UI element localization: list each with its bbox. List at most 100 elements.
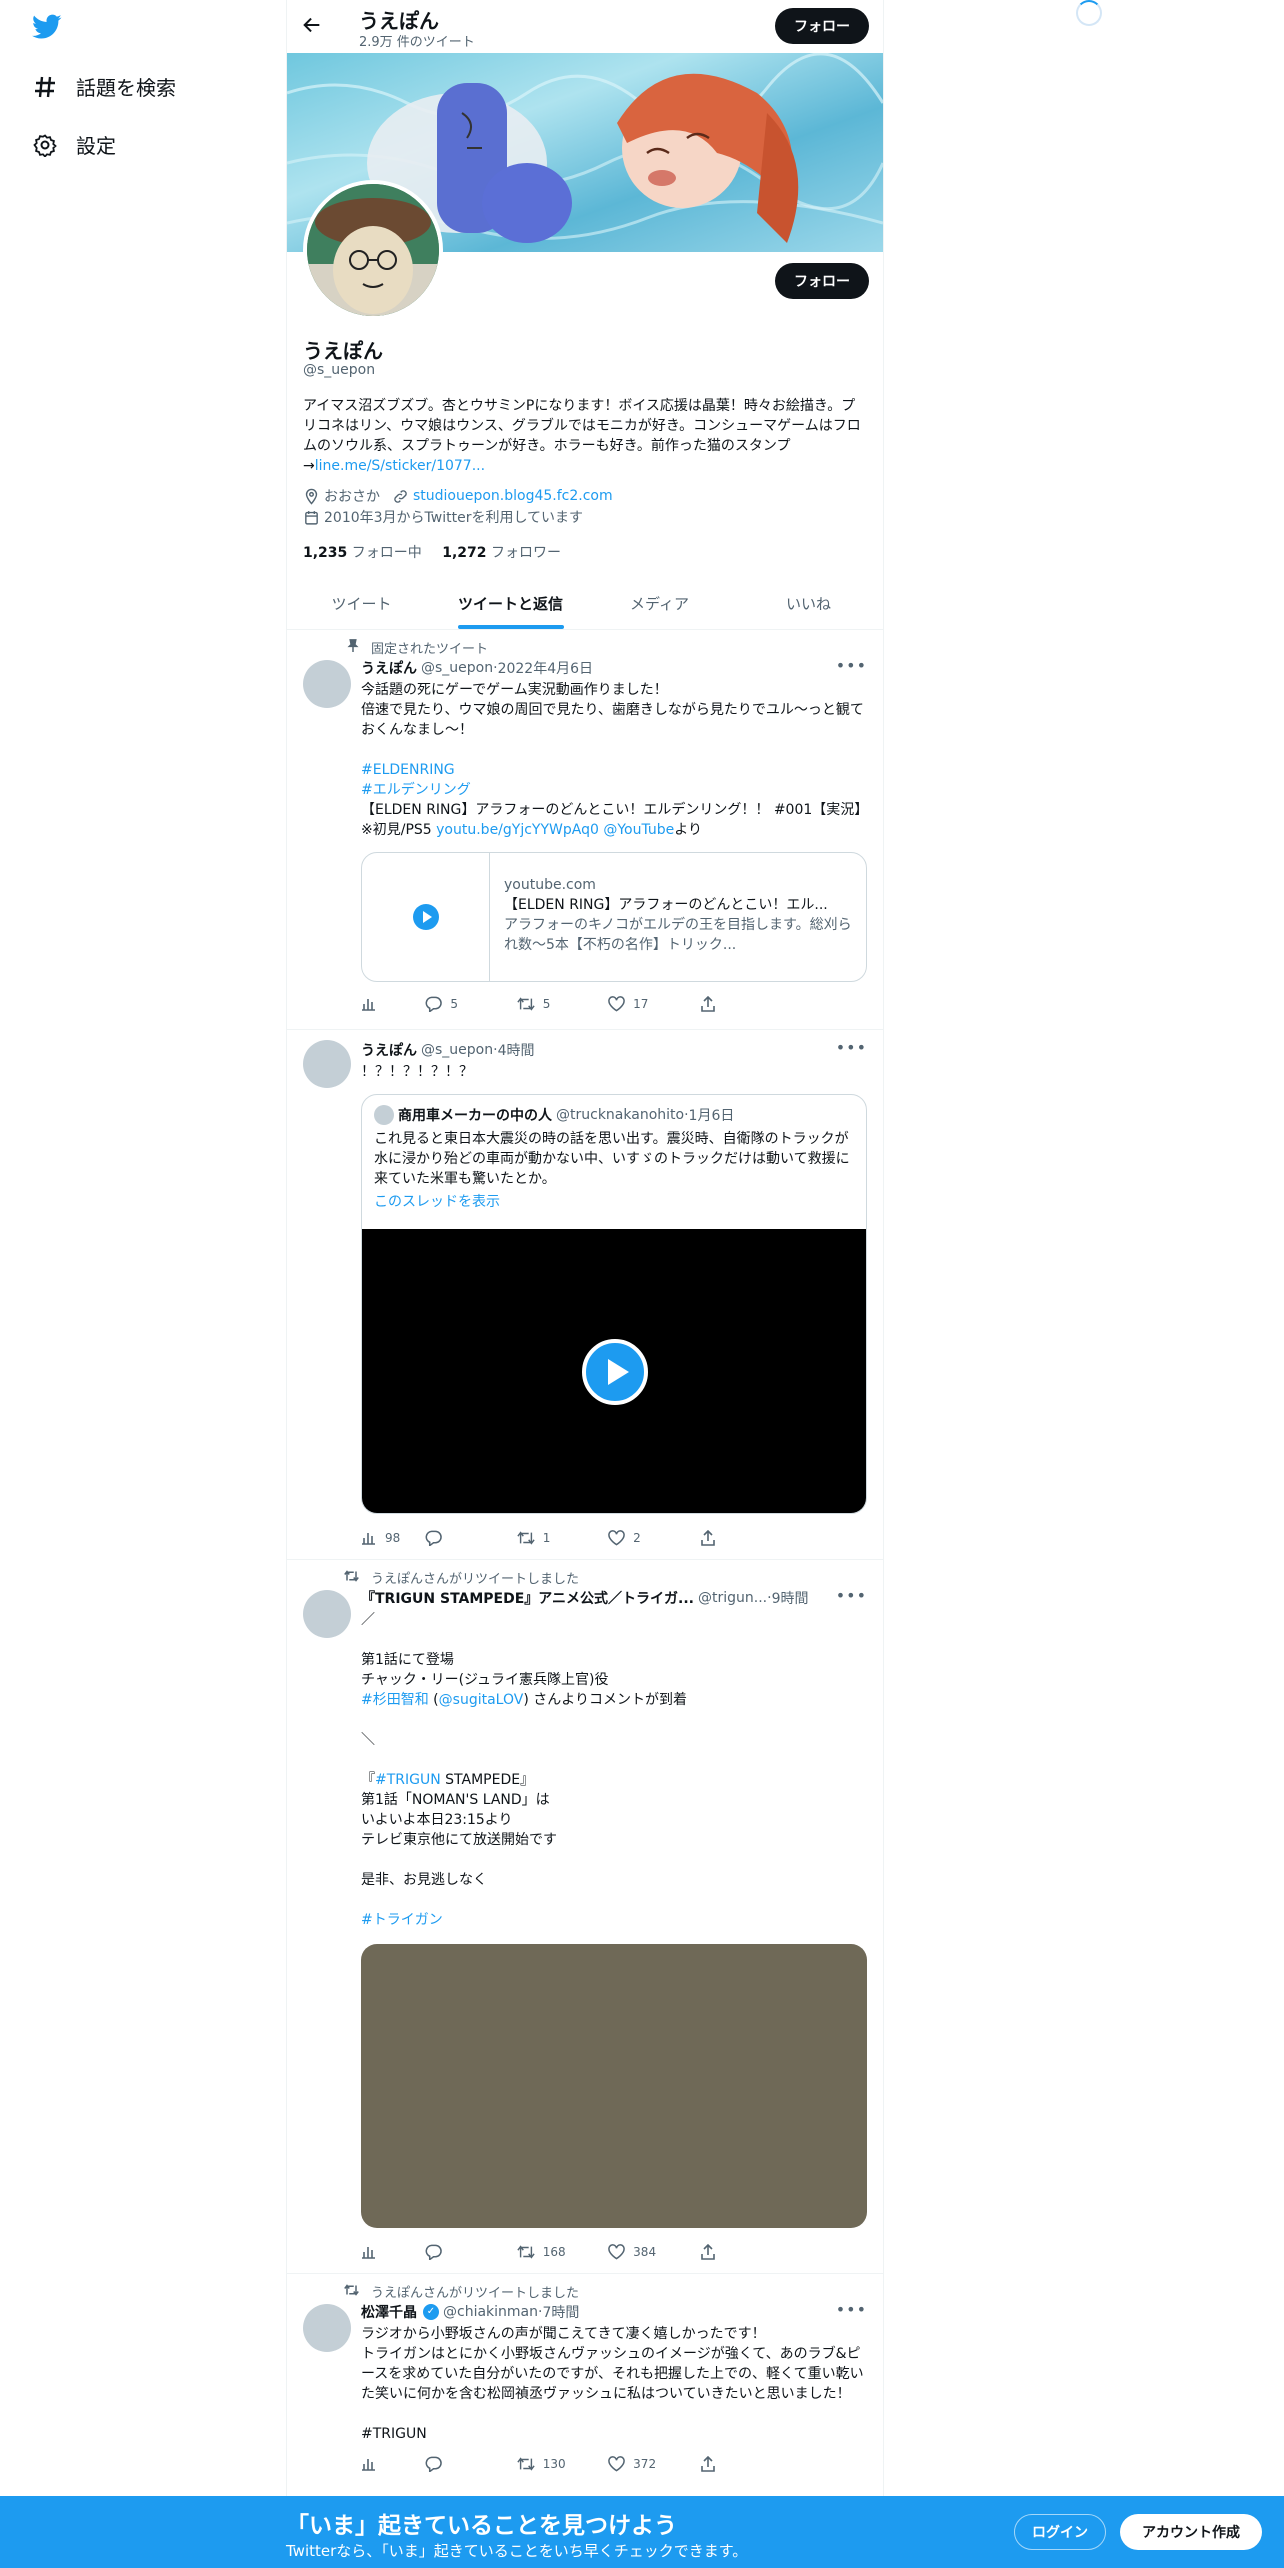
hashtag-link[interactable]: #トライガン — [361, 1910, 869, 1930]
profile-joined: 2010年3月からTwitterを利用しています — [324, 510, 584, 526]
hashtag-link[interactable]: #TRIGUN — [361, 2424, 869, 2444]
tweet-author-handle[interactable]: @s_uepon — [421, 660, 493, 676]
tweet-time[interactable]: 7時間 — [542, 2302, 579, 2322]
tweet-avatar[interactable] — [303, 1590, 351, 1638]
retweet-count: 130 — [542, 2457, 566, 2471]
hashtag-link[interactable]: #杉田智和 — [361, 1692, 429, 1708]
login-button[interactable]: ログイン — [1014, 2514, 1106, 2550]
heart-icon — [608, 2244, 625, 2260]
tweet-author-handle[interactable]: @s_uepon — [421, 1042, 493, 1058]
hashtag-link[interactable]: #エルデンリング — [361, 780, 869, 800]
share-button[interactable] — [700, 2242, 791, 2262]
tweet-retweeted-matsuzawa[interactable]: うえぽんさんがリツイートしました 松澤千晶 ✓ @chiakinman · 7時間 … — [287, 2274, 883, 2496]
retweeted-by-label[interactable]: うえぽんさんがリツイートしました — [371, 2282, 579, 2301]
signup-banner-subtitle: Twitterなら、「いま」起きていることをいち早くチェックできます。 — [286, 2542, 748, 2560]
like-button[interactable]: 2 — [608, 1528, 699, 1548]
like-button[interactable]: 372 — [608, 2454, 699, 2474]
reply-button[interactable] — [425, 2454, 516, 2474]
profile-bio: アイマス沼ズブズブ。杏とウサミンPになります！ボイス応援は晶葉！時々お絵描き。プ… — [303, 396, 869, 476]
tweet-time[interactable]: 2022年4月6日 — [498, 658, 593, 678]
header-follow-button[interactable]: フォロー — [775, 8, 869, 44]
youtube-link[interactable]: youtu.be/gYjcYYWpAq0 — [436, 822, 599, 838]
heart-icon — [608, 996, 625, 1012]
hashtag-link[interactable]: #ELDENRING — [361, 760, 869, 780]
more-options-icon[interactable]: ••• — [836, 656, 867, 675]
analytics-icon — [362, 2247, 375, 2259]
profile-handle: @s_uepon — [303, 362, 376, 378]
tweet-quote[interactable]: うえぽん @s_uepon · 4時間 ••• ！？！？！？！？ 商用車メーカーの… — [287, 1030, 883, 1560]
analytics-button[interactable] — [361, 2454, 425, 2474]
profile-avatar[interactable] — [303, 180, 443, 320]
analytics-button[interactable] — [361, 994, 425, 1014]
gear-icon — [32, 132, 58, 158]
show-thread-link[interactable]: このスレッドを表示 — [374, 1191, 500, 1211]
tweet-line: さんよりコメントが到着 — [533, 1692, 687, 1708]
tweet-header: うえぽん @s_uepon · 4時間 — [361, 1040, 535, 1060]
share-button[interactable] — [700, 994, 791, 1014]
tab-media[interactable]: メディア — [585, 577, 734, 629]
like-button[interactable]: 17 — [608, 994, 699, 1014]
more-options-icon[interactable]: ••• — [836, 1038, 867, 1057]
more-options-icon[interactable]: ••• — [836, 2300, 867, 2319]
tweet-pinned[interactable]: 固定されたツイート うえぽん @s_uepon · 2022年4月6日 ••• 今… — [287, 630, 883, 1030]
tab-tweets[interactable]: ツイート — [287, 577, 436, 629]
tweet-media-image[interactable] — [361, 1944, 867, 2228]
tweet-author-handle[interactable]: @trigun... — [698, 1590, 767, 1606]
like-button[interactable]: 384 — [608, 2242, 699, 2262]
tweet-author-name[interactable]: 『TRIGUN STAMPEDE』アニメ公式／トライガ... — [361, 1588, 694, 1608]
tweet-author-name[interactable]: 松澤千晶 — [361, 2302, 417, 2322]
profile-follow-button[interactable]: フォロー — [775, 263, 869, 299]
share-button[interactable] — [700, 1528, 791, 1548]
tweet-actions: 5 5 17 — [361, 994, 791, 1014]
tweet-avatar[interactable] — [303, 2304, 351, 2352]
more-options-icon[interactable]: ••• — [836, 1586, 867, 1605]
share-button[interactable] — [700, 2454, 791, 2474]
analytics-button[interactable] — [361, 2242, 425, 2262]
link-preview-card[interactable]: youtube.com 【ELDEN RING】アラフォーのどんとこい！エル..… — [361, 852, 867, 982]
share-icon — [700, 2456, 715, 2472]
video-play-icon[interactable] — [581, 1338, 649, 1406]
tweet-avatar[interactable] — [303, 660, 351, 708]
reply-icon — [425, 1530, 443, 1546]
followers-link[interactable]: 1,272 フォロワー — [442, 545, 561, 561]
mention-link[interactable]: @YouTube — [603, 822, 674, 838]
bio-link[interactable]: line.me/S/sticker/1077... — [315, 458, 485, 474]
create-account-button[interactable]: アカウント作成 — [1120, 2514, 1262, 2550]
retweet-button[interactable]: 130 — [517, 2454, 608, 2474]
calendar-icon — [305, 510, 318, 525]
retweeted-by-label[interactable]: うえぽんさんがリツイートしました — [371, 1568, 579, 1587]
tweet-time[interactable]: 9時間 — [772, 1588, 809, 1608]
reply-button[interactable] — [425, 1528, 516, 1548]
profile-name: うえぽん — [303, 339, 383, 363]
nav-explore[interactable]: 話題を検索 — [32, 72, 176, 101]
reply-button[interactable] — [425, 2242, 516, 2262]
tweet-retweeted-trigun[interactable]: うえぽんさんがリツイートしました 『TRIGUN STAMPEDE』アニメ公式／… — [287, 1560, 883, 2274]
following-link[interactable]: 1,235 フォロー中 — [303, 545, 422, 561]
retweet-button[interactable]: 5 — [517, 994, 608, 1014]
reply-button[interactable]: 5 — [425, 994, 516, 1014]
hashtag-link[interactable]: #TRIGUN — [375, 1772, 441, 1788]
tweet-line: 倍速で見たり、ウマ娘の周回で見たり、歯磨きしながら見たりでユル～っと観ておくんな… — [361, 702, 864, 738]
tweet-avatar[interactable] — [303, 1040, 351, 1088]
twitter-logo-icon[interactable] — [32, 14, 64, 42]
views-button[interactable]: 98 — [361, 1528, 425, 1548]
mention-link[interactable]: @sugitaLOV — [439, 1692, 524, 1708]
tweet-line: テレビ東京他にて放送開始です — [361, 1832, 557, 1848]
tweet-time[interactable]: 4時間 — [498, 1040, 535, 1060]
retweet-button[interactable]: 1 — [517, 1528, 608, 1548]
nav-settings[interactable]: 設定 — [32, 130, 116, 159]
profile-website-link[interactable]: studiouepon.blog45.fc2.com — [413, 488, 613, 504]
back-arrow-icon[interactable] — [301, 14, 325, 38]
tweet-social-context: 固定されたツイート — [343, 638, 488, 657]
tweet-author-name[interactable]: うえぽん — [361, 658, 417, 678]
tweet-line: より — [674, 822, 703, 838]
tab-tweets-and-replies[interactable]: ツイートと返信 — [436, 577, 585, 629]
quote-tweet-card[interactable]: 商用車メーカーの中の人 @trucknakanohito · 1月6日 これ見る… — [361, 1094, 867, 1514]
tab-likes[interactable]: いいね — [734, 577, 883, 629]
tweet-header: 松澤千晶 ✓ @chiakinman · 7時間 — [361, 2302, 580, 2322]
quote-time: 1月6日 — [688, 1108, 735, 1124]
tweet-author-name[interactable]: うえぽん — [361, 1040, 417, 1060]
retweet-button[interactable]: 168 — [517, 2242, 608, 2262]
tweet-author-handle[interactable]: @chiakinman — [443, 2304, 538, 2320]
quote-video[interactable] — [362, 1229, 866, 1513]
